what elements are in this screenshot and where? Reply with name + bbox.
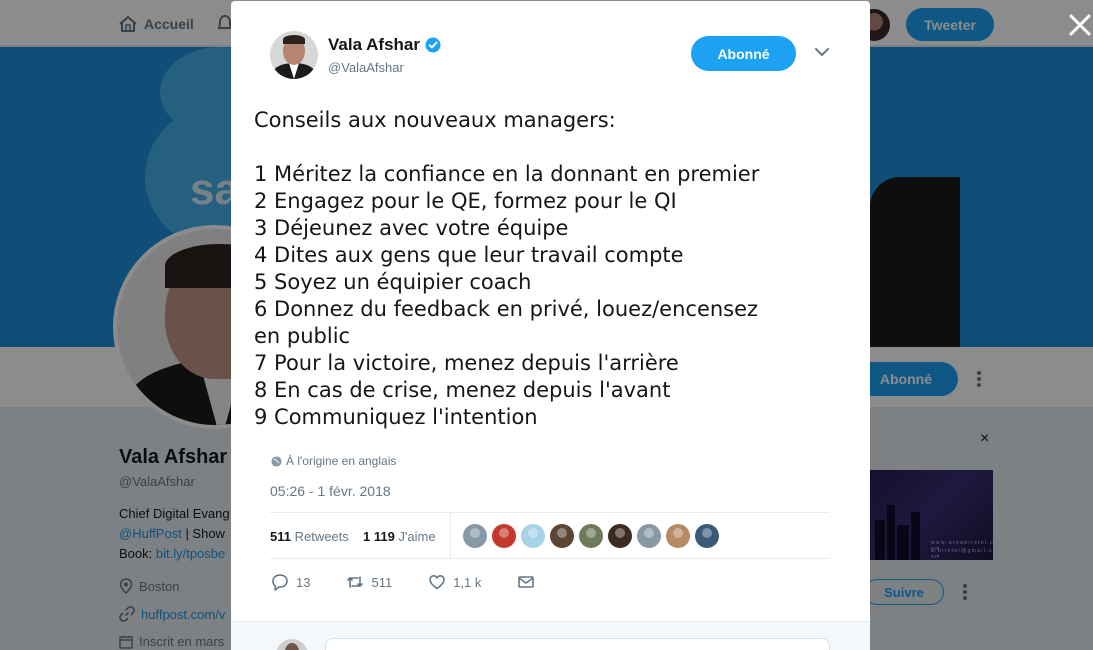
translation-note-text: À l'origine en anglais (286, 454, 397, 468)
reply-input[interactable] (325, 638, 830, 650)
reply-count: 13 (296, 574, 311, 590)
liker-avatar-face (615, 528, 625, 538)
retweets-label: Retweets (294, 529, 349, 544)
liker-avatar-face (470, 528, 480, 538)
reply-action[interactable]: 13 (271, 573, 310, 591)
reply-composer-bar (231, 621, 870, 650)
liker-avatar-face (586, 528, 596, 538)
close-icon[interactable] (1067, 12, 1093, 38)
tweet-text: Conseils aux nouveaux managers: 1 Mérite… (254, 107, 844, 431)
liker-avatar[interactable] (550, 524, 574, 548)
tweet-text-line: 9 Communiquez l'intention (254, 405, 538, 429)
liker-avatar[interactable] (463, 524, 487, 548)
likes-label: J'aime (398, 529, 436, 544)
tweet-text-line: 6 Donnez du feedback en privé, louez/enc… (254, 297, 759, 321)
like-action[interactable]: 1,1 k (428, 573, 481, 591)
tweet-text-line: 4 Dites aux gens que leur travail compte (254, 243, 684, 267)
liker-avatar[interactable] (492, 524, 516, 548)
retweets-count: 511 (270, 529, 291, 544)
liker-avatar-face (702, 528, 712, 538)
liker-avatar-face (528, 528, 538, 538)
direct-message-action[interactable] (517, 573, 535, 591)
likes-stat[interactable]: 1 119 J'aime (363, 529, 436, 544)
liker-avatar-face (644, 528, 654, 538)
author-handle[interactable]: @ValaAfshar (328, 60, 404, 75)
tweet-stats: 511 Retweets 1 119 J'aime (270, 512, 830, 559)
liker-avatar-face (557, 528, 567, 538)
envelope-icon (518, 576, 535, 588)
tweet-actions: 13 511 1,1 k (271, 573, 571, 591)
liker-avatar[interactable] (666, 524, 690, 548)
current-user-avatar (276, 639, 308, 650)
verified-badge-icon (425, 37, 441, 53)
tweet-text-line: Conseils aux nouveaux managers: (254, 108, 616, 132)
liker-avatar-face (499, 528, 509, 538)
tweet-timestamp[interactable]: 05:26 - 1 févr. 2018 (270, 483, 391, 499)
following-button[interactable]: Abonné (691, 36, 796, 71)
retweet-count: 511 (371, 574, 393, 590)
globe-icon (271, 455, 282, 467)
liker-avatar[interactable] (695, 524, 719, 548)
liker-avatar[interactable] (637, 524, 661, 548)
liker-avatar[interactable] (608, 524, 632, 548)
tweet-text-line: 2 Engagez pour le QE, formez pour le QI (254, 189, 677, 213)
author-name-row[interactable]: Vala Afshar (328, 35, 441, 55)
liker-avatar[interactable] (521, 524, 545, 548)
translation-note[interactable]: À l'origine en anglais (271, 454, 396, 468)
tweet-text-line: 1 Méritez la confiance en la donnant en … (254, 162, 760, 186)
liker-avatars (463, 524, 719, 548)
author-name[interactable]: Vala Afshar (328, 35, 420, 55)
liker-avatar-face (673, 528, 683, 538)
chevron-down-icon[interactable] (814, 46, 830, 58)
tweet-modal: Vala Afshar @ValaAfshar Abonné Conseils … (231, 1, 870, 650)
tweet-text-line: 5 Soyez un équipier coach (254, 270, 532, 294)
liker-avatar[interactable] (579, 524, 603, 548)
like-count: 1,1 k (453, 574, 482, 590)
tweet-text-line: 7 Pour la victoire, menez depuis l'arriè… (254, 351, 679, 375)
stats-divider (450, 513, 451, 559)
tweet-text-line: 8 En cas de crise, menez depuis l'avant (254, 378, 671, 402)
retweets-stat[interactable]: 511 Retweets (270, 529, 349, 544)
author-avatar[interactable] (270, 31, 318, 79)
heart-icon (429, 575, 446, 590)
retweet-action[interactable]: 511 (346, 573, 392, 591)
retweet-icon (347, 576, 364, 588)
reply-icon (272, 574, 288, 591)
likes-count: 1 119 (363, 529, 395, 544)
tweet-text-line: 3 Déjeunez avec votre équipe (254, 216, 569, 240)
tweet-text-line: en public (254, 324, 351, 348)
